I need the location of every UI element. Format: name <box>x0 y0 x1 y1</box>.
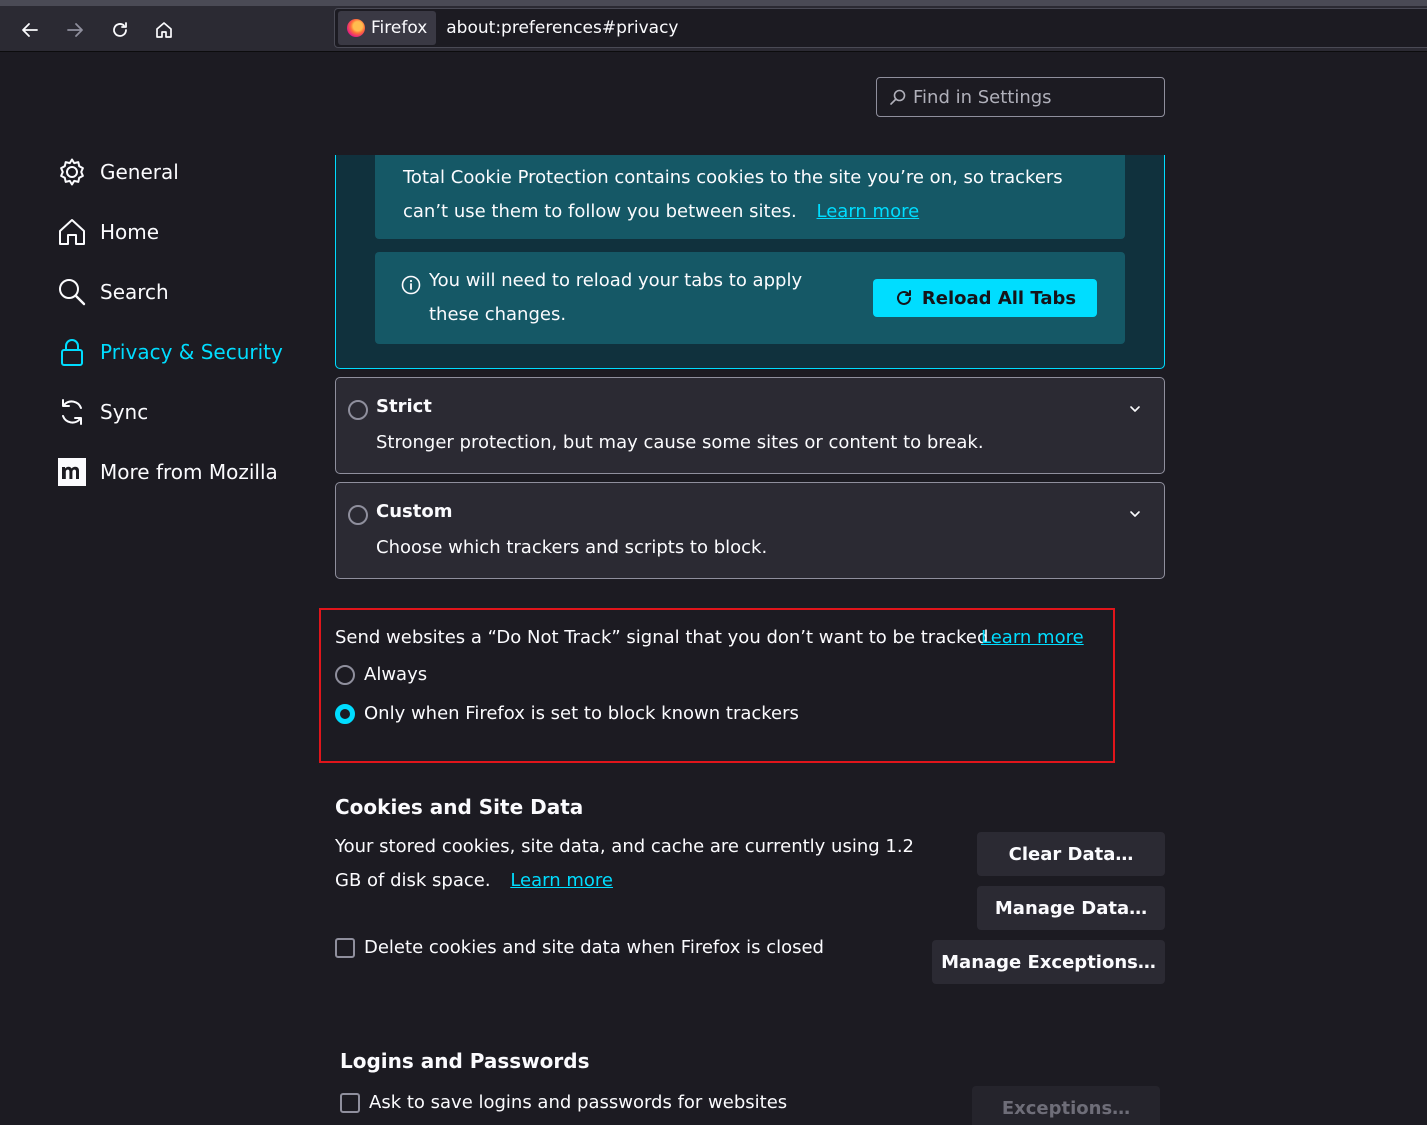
sidebar-item-privacy[interactable]: Privacy & Security <box>56 330 296 374</box>
ask-to-save-label: Ask to save logins and passwords for web… <box>369 1092 788 1113</box>
tcp-learn-more-link[interactable]: Learn more <box>817 201 920 222</box>
custom-protection-card[interactable]: Custom Choose which trackers and scripts… <box>335 482 1165 579</box>
reload-tabs-notice: You will need to reload your tabs to app… <box>375 252 1125 344</box>
always-radio[interactable] <box>335 664 355 685</box>
always-label: Always <box>364 664 428 685</box>
sidebar-item-label: Sync <box>100 400 149 424</box>
arrow-left-icon <box>22 23 38 37</box>
strict-radio[interactable] <box>348 400 368 420</box>
sidebar-item-general[interactable]: General <box>56 150 296 194</box>
do-not-track-learn-more-link[interactable]: Learn more <box>981 627 1084 648</box>
total-cookie-protection-note: Total Cookie Protection contains cookies… <box>375 155 1125 239</box>
cookies-usage-text: Your stored cookies, site data, and cach… <box>335 836 915 891</box>
home-button[interactable] <box>146 12 182 48</box>
sync-icon <box>56 396 88 428</box>
info-icon <box>401 273 421 332</box>
manage-exceptions-button[interactable]: Manage Exceptions… <box>932 940 1165 984</box>
strict-title: Strict <box>376 396 432 417</box>
find-in-settings-input[interactable] <box>913 86 1153 108</box>
arrow-right-icon <box>67 23 83 37</box>
sidebar-item-label: Home <box>100 220 160 244</box>
cookies-learn-more-link[interactable]: Learn more <box>510 870 613 891</box>
sidebar-item-label: Search <box>100 280 169 304</box>
find-in-settings[interactable] <box>876 77 1165 117</box>
back-button[interactable] <box>12 12 48 48</box>
ask-to-save-checkbox[interactable] <box>340 1092 360 1113</box>
gear-icon <box>56 156 88 188</box>
only-when-radio[interactable] <box>335 703 355 724</box>
strict-protection-card[interactable]: Strict Stronger protection, but may caus… <box>335 377 1165 474</box>
reload-icon <box>113 22 127 37</box>
identity-box[interactable]: Firefox <box>338 11 437 45</box>
reload-button[interactable] <box>102 12 138 48</box>
url-text[interactable]: about:preferences#privacy <box>446 18 678 38</box>
logins-heading: Logins and Passwords <box>340 1049 590 1073</box>
sidebar-item-home[interactable]: Home <box>56 210 296 254</box>
only-when-label: Only when Firefox is set to block known … <box>364 703 799 724</box>
sidebar-item-sync[interactable]: Sync <box>56 390 296 434</box>
url-bar[interactable]: Firefox about:preferences#privacy <box>334 8 1427 48</box>
delete-cookies-checkbox[interactable] <box>335 937 355 958</box>
sidebar-item-label: More from Mozilla <box>100 460 278 484</box>
custom-title: Custom <box>376 501 453 522</box>
clear-data-button[interactable]: Clear Data… <box>977 832 1165 876</box>
lock-icon <box>56 336 88 368</box>
mozilla-icon <box>56 456 88 488</box>
do-not-track-only-when-option[interactable]: Only when Firefox is set to block known … <box>335 703 799 724</box>
firefox-logo-icon <box>347 19 365 37</box>
delete-cookies-on-close-option[interactable]: Delete cookies and site data when Firefo… <box>335 937 824 958</box>
reload-message: You will need to reload your tabs to app… <box>429 270 803 325</box>
delete-cookies-label: Delete cookies and site data when Firefo… <box>364 937 824 958</box>
custom-radio[interactable] <box>348 505 368 525</box>
tcp-text: Total Cookie Protection contains cookies… <box>403 167 1063 222</box>
navigation-toolbar: Firefox about:preferences#privacy <box>0 0 1427 52</box>
chevron-down-icon[interactable] <box>1128 505 1142 526</box>
reload-all-tabs-button[interactable]: Reload All Tabs <box>873 279 1097 317</box>
sidebar-item-search[interactable]: Search <box>56 270 296 314</box>
cookies-usage: Your stored cookies, site data, and cach… <box>335 830 925 898</box>
do-not-track-always-option[interactable]: Always <box>335 664 427 685</box>
identity-label: Firefox <box>371 18 428 38</box>
sidebar-item-label: Privacy & Security <box>100 340 283 364</box>
ask-to-save-logins-option[interactable]: Ask to save logins and passwords for web… <box>340 1092 787 1113</box>
cookies-heading: Cookies and Site Data <box>335 795 584 819</box>
do-not-track-description: Send websites a “Do Not Track” signal th… <box>335 627 989 648</box>
search-icon <box>56 276 88 308</box>
home-icon <box>156 22 172 38</box>
reload-all-tabs-label: Reload All Tabs <box>921 287 1077 309</box>
reload-icon <box>896 290 911 305</box>
sidebar-item-more-from-mozilla[interactable]: More from Mozilla <box>56 450 296 494</box>
manage-data-button[interactable]: Manage Data… <box>977 886 1165 930</box>
chevron-down-icon[interactable] <box>1128 400 1142 421</box>
sidebar-item-label: General <box>100 160 179 184</box>
custom-description: Choose which trackers and scripts to blo… <box>376 537 768 558</box>
search-icon <box>890 89 906 105</box>
logins-exceptions-button[interactable]: Exceptions… <box>972 1086 1160 1125</box>
strict-description: Stronger protection, but may cause some … <box>376 432 984 453</box>
forward-button[interactable] <box>57 12 93 48</box>
home-icon <box>56 216 88 248</box>
